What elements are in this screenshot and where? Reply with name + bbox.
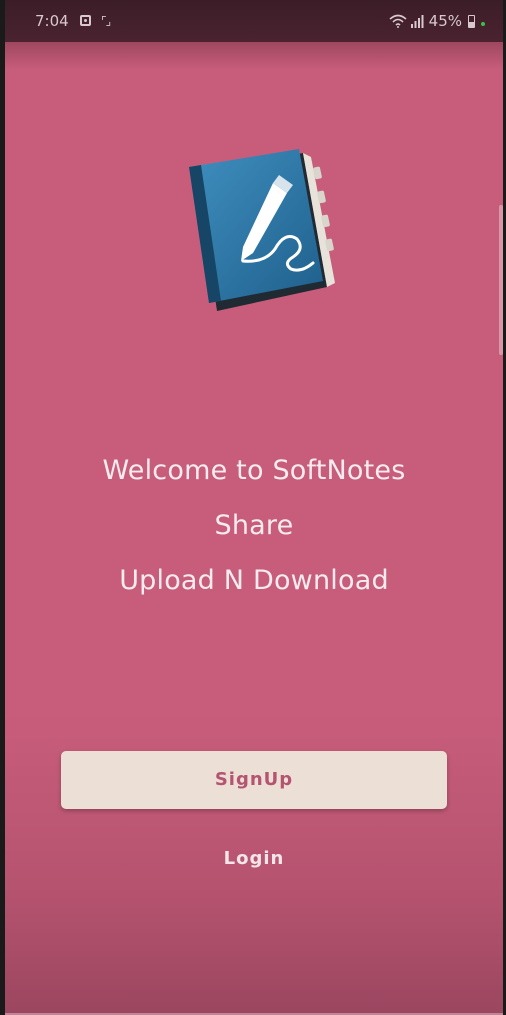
welcome-title: Welcome to SoftNotes xyxy=(102,455,406,486)
status-bar: 7:04 ⌜⌟ 45% xyxy=(5,0,503,42)
status-bar-shadow xyxy=(5,42,503,70)
status-indicators: 45% xyxy=(389,12,485,30)
welcome-screen: 7:04 ⌜⌟ 45% Welcome to SoftNotes Share U… xyxy=(5,0,503,1015)
notebook-pen-icon xyxy=(189,149,335,311)
scrollbar[interactable] xyxy=(499,205,503,355)
battery-percent: 45% xyxy=(428,12,462,30)
wifi-icon xyxy=(389,14,407,28)
signup-button[interactable]: SignUp xyxy=(61,751,447,809)
welcome-subtitle-upload: Upload N Download xyxy=(119,565,389,596)
status-time: 7:04 xyxy=(35,12,69,30)
welcome-subtitle-share: Share xyxy=(214,510,294,541)
login-link[interactable]: Login xyxy=(5,848,503,869)
charging-indicator xyxy=(481,22,485,26)
battery-icon xyxy=(468,14,475,28)
photo-icon xyxy=(80,15,91,26)
signal-icon xyxy=(410,14,424,28)
screen-capture-icon: ⌜⌟ xyxy=(101,14,111,28)
